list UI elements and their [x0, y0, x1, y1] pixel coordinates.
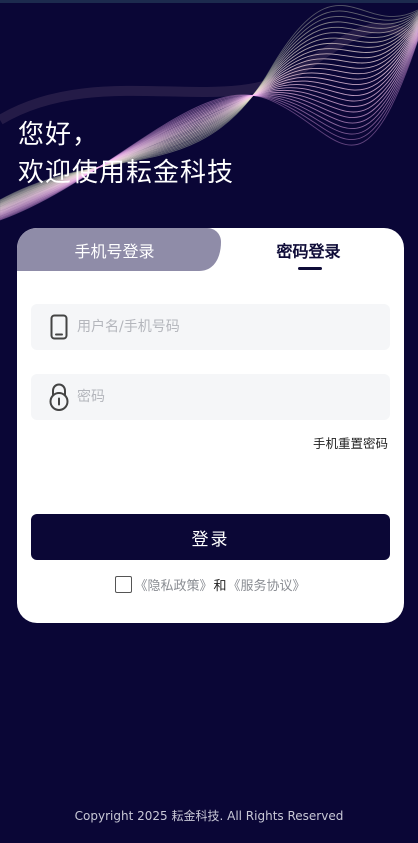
agreement-row: 《隐私政策》 和 《服务协议》 — [17, 574, 404, 594]
active-tab-indicator — [298, 267, 322, 270]
username-input[interactable] — [77, 304, 390, 350]
wave-glow — [0, 22, 418, 125]
privacy-policy-link[interactable]: 《隐私政策》 — [134, 575, 212, 594]
greeting-line-1: 您好， — [18, 120, 100, 150]
tab-phone-login-label: 手机号登录 — [74, 241, 155, 261]
login-button[interactable]: 登录 — [31, 514, 390, 560]
agreement-checkbox[interactable] — [115, 575, 133, 593]
lock-icon — [45, 383, 73, 411]
tab-phone-login[interactable]: 手机号登录 — [17, 228, 212, 271]
decorative-wave-art — [0, 5, 418, 221]
copyright-text: Copyright 2025 耘金科技. All Rights Reserved — [74, 809, 344, 823]
status-strip — [0, 0, 418, 3]
username-field — [31, 304, 390, 350]
greeting: 您好， 欢迎使用耘金科技 — [18, 116, 234, 192]
password-field — [31, 374, 390, 420]
password-input[interactable] — [77, 374, 390, 420]
tab-password-login[interactable]: 密码登录 — [213, 228, 404, 271]
phone-icon — [45, 313, 73, 341]
login-card: 手机号登录 密码登录 手机重置密码 登录 《隐私政策》 和 《服务协议》 — [17, 228, 404, 623]
service-agreement-link[interactable]: 《服务协议》 — [228, 575, 306, 594]
reset-password-link[interactable]: 手机重置密码 — [313, 433, 388, 452]
agreement-and-text: 和 — [213, 578, 227, 594]
tab-password-login-label: 密码登录 — [276, 241, 341, 261]
greeting-line-2: 欢迎使用耘金科技 — [18, 158, 235, 188]
